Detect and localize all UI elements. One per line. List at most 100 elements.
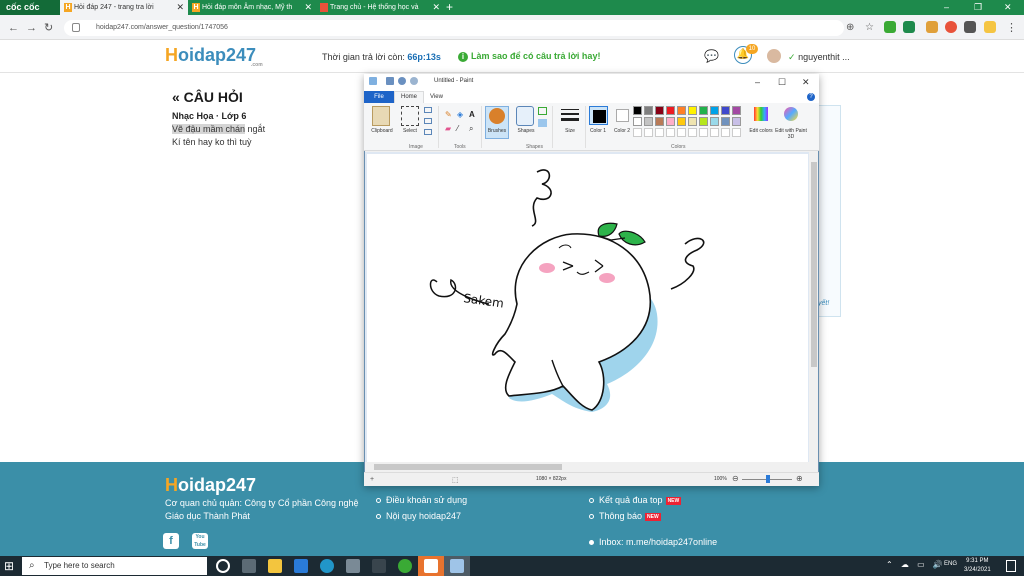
pencil-icon[interactable]: ✎ [445,110,452,119]
custom-color-slot[interactable] [732,128,741,137]
eraser-icon[interactable]: ▰ [445,124,451,133]
browser-brand[interactable]: cốc cốc [0,0,60,15]
select-icon[interactable] [401,106,419,126]
palette-swatch[interactable] [644,106,653,115]
youtube-icon[interactable]: You Tube [192,533,208,549]
vertical-scroll-thumb[interactable] [811,162,817,367]
palette-swatch[interactable] [710,117,719,126]
paint-title-bar[interactable] [364,74,819,91]
side-link[interactable]: yết! [818,300,829,307]
footer-link-rules[interactable]: Nội quy hoidap247 [376,511,461,521]
mail-icon[interactable] [294,559,308,573]
footer-inbox-link[interactable]: Inbox: m.me/hoidap247online [589,537,717,547]
taskbar-clock[interactable]: 9:31 PM 3/24/2021 [964,557,991,575]
rotate-icon[interactable] [424,129,432,135]
custom-color-slot[interactable] [699,128,708,137]
drawing-canvas[interactable]: Sakem [367,154,808,462]
palette-swatch[interactable] [644,117,653,126]
puzzle-icon[interactable] [964,21,976,33]
edit-colors-icon[interactable] [754,107,768,121]
extension-icon[interactable] [926,21,938,33]
size-icon[interactable] [561,118,579,121]
extension-icon[interactable] [884,21,896,33]
custom-color-slot[interactable] [688,128,697,137]
custom-color-slot[interactable] [644,128,653,137]
notification-center-icon[interactable] [1006,560,1016,572]
download-icon[interactable] [903,21,915,33]
taskbar-search-input[interactable]: ⌕ Type here to search [22,557,207,575]
color2-button[interactable] [613,106,632,125]
custom-color-slot[interactable] [655,128,664,137]
coccoc-icon[interactable] [398,559,412,573]
palette-swatch[interactable] [699,106,708,115]
close-window-icon[interactable]: ✕ [1004,0,1012,15]
back-icon[interactable]: ← [8,20,19,36]
system-tray[interactable]: ⌃ ☁ ▭ 🔊 [886,560,946,569]
edge-icon[interactable] [320,559,334,573]
cortana-icon[interactable] [216,559,230,573]
color-picker-icon[interactable]: ⁄ [457,124,458,133]
palette-swatch[interactable] [688,106,697,115]
palette-swatch[interactable] [732,106,741,115]
paint3d-icon[interactable] [784,107,798,121]
palette-swatch[interactable] [633,117,642,126]
custom-color-slot[interactable] [677,128,686,137]
zoom-icon[interactable]: ⊕ [846,20,854,36]
palette-swatch[interactable] [732,117,741,126]
tab-view[interactable]: View [430,91,443,103]
bookmark-star-icon[interactable]: ☆ [865,20,874,36]
close-tab-icon[interactable]: ✕ [176,0,184,15]
windows-start-icon[interactable]: ⊞ [4,559,14,573]
zoom-in-icon[interactable]: ⊕ [796,474,803,483]
site-logo[interactable]: Hoidap247 .com [165,45,263,68]
color1-button[interactable] [589,106,608,125]
store-icon[interactable] [346,559,360,573]
paint-minimize-icon[interactable]: – [755,75,760,89]
save-icon[interactable] [386,77,394,85]
reload-icon[interactable]: ↻ [44,20,53,36]
palette-swatch[interactable] [721,106,730,115]
help-icon[interactable]: ? [807,93,815,101]
footer-link-terms[interactable]: Điều khoản sử dụng [376,495,467,505]
palette-swatch[interactable] [655,117,664,126]
language-indicator[interactable]: ENG [944,561,957,567]
tab-learning-system[interactable]: Trang chủ - Hệ thống học và ✕ [316,0,444,15]
footer-link-top-results[interactable]: Kết quả đua top NEW [589,495,682,505]
avatar[interactable] [767,49,781,63]
text-icon[interactable]: A [469,110,475,119]
crop-icon[interactable] [424,107,432,113]
tab-file[interactable]: File [364,91,394,103]
howto-link[interactable]: i Làm sao để có câu trả lời hay! [458,51,600,62]
extension-icon[interactable] [984,21,996,33]
palette-swatch[interactable] [677,117,686,126]
menu-icon[interactable]: ⋮ [1006,20,1017,36]
footer-link-notifications[interactable]: Thông báo NEW [589,511,661,521]
palette-swatch[interactable] [699,117,708,126]
palette-swatch[interactable] [688,117,697,126]
palette-swatch[interactable] [633,106,642,115]
paint-close-icon[interactable]: ✕ [802,75,810,89]
custom-color-slot[interactable] [721,128,730,137]
fill-style-icon[interactable] [538,119,547,127]
tab-home[interactable]: Home [394,91,424,103]
task-view-icon[interactable] [242,559,256,573]
palette-swatch[interactable] [666,117,675,126]
tab-music-questions[interactable]: H Hỏi đáp môn Âm nhạc, Mỹ th ✕ [188,0,316,15]
custom-color-slot[interactable] [633,128,642,137]
shapes-icon[interactable] [516,106,534,126]
footer-logo[interactable]: Hoidap247 [165,475,256,496]
magnifier-icon[interactable]: ⌕ [469,124,473,134]
address-input[interactable]: hoidap247.com/answer_question/1747056 [64,20,844,36]
outline-icon[interactable] [538,107,547,115]
chat-icon[interactable]: 💬 [704,49,719,63]
extension-icon[interactable] [945,21,957,33]
zoom-slider-thumb[interactable] [766,475,770,483]
tab-hoidap-answer[interactable]: H Hỏi đáp 247 - trang tra lời ✕ [60,0,188,15]
close-tab-icon[interactable]: ✕ [304,0,312,15]
question-subject[interactable]: Nhạc Họa · Lớp 6 [172,111,246,121]
facebook-icon[interactable]: f [163,533,179,549]
close-tab-icon[interactable]: ✕ [432,0,440,15]
palette-swatch[interactable] [721,117,730,126]
custom-color-slot[interactable] [666,128,675,137]
restore-icon[interactable]: ❐ [974,0,982,15]
